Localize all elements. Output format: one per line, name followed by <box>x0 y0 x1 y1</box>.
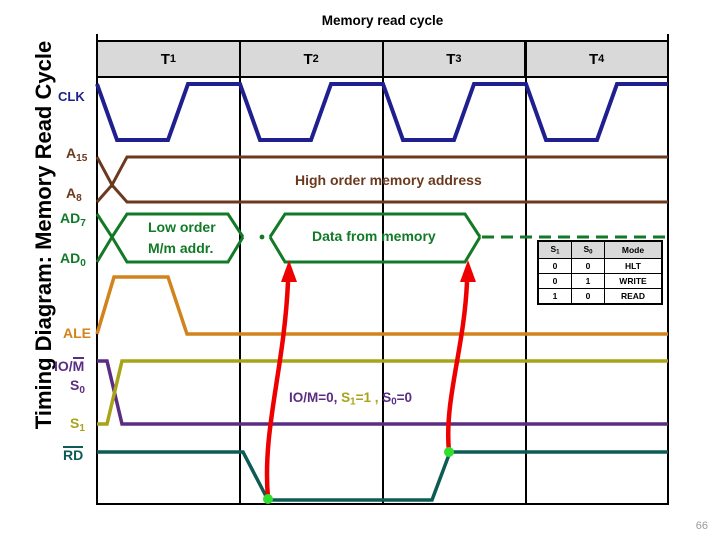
memory-read-cycle-label: Memory read cycle <box>96 8 669 34</box>
mode-table-header-s1: S1 <box>537 240 572 259</box>
timing-diagram-slide: Timing Diagram: Memory Read Cycle Memory… <box>0 0 720 540</box>
data-bus-text: Data from memory <box>312 228 436 244</box>
mode-row-2-mode: READ <box>604 287 663 304</box>
mode-row-1-s1: 0 <box>537 272 572 289</box>
status-annotation-part2: S1=1 , <box>341 390 379 408</box>
mode-table-header-row: S1 S0 Mode <box>537 240 663 259</box>
memory-read-cycle-text: Memory read cycle <box>315 13 450 28</box>
status-mode-table: S1 S0 Mode 0 0 HLT 0 1 WRITE 1 0 READ <box>537 240 663 305</box>
mode-row-1-mode: WRITE <box>604 272 663 289</box>
mode-row-2-s1: 1 <box>537 287 572 304</box>
start-dot-2 <box>444 447 454 457</box>
mode-row-0-s0: 0 <box>571 257 605 274</box>
high-address-bus-text: High order memory address <box>295 172 482 188</box>
status-annotation-part1: IO/M=0, <box>289 390 338 405</box>
start-dot-1 <box>263 494 273 504</box>
bus-gap-dot <box>259 234 265 240</box>
mode-table-header-s0: S0 <box>571 240 605 259</box>
low-address-bus-text-line1: Low order <box>148 219 216 235</box>
causality-arrow-read-start <box>263 260 297 504</box>
mode-row-1-s0: 1 <box>571 272 605 289</box>
table-row: 0 1 WRITE <box>537 272 663 289</box>
status-annotation-part3: S0=0 <box>382 390 413 408</box>
mode-row-0-s1: 0 <box>537 257 572 274</box>
table-row: 1 0 READ <box>537 287 663 304</box>
mode-row-2-s0: 0 <box>571 287 605 304</box>
mode-row-0-mode: HLT <box>604 257 663 274</box>
page-number: 66 <box>695 520 708 532</box>
status-annotation: IO/M=0, S1=1 , S0=0 <box>289 390 412 407</box>
low-address-bus-text-line2: M/m addr. <box>148 240 214 256</box>
causality-arrow-read-end <box>444 260 476 457</box>
memory-read-cycle-span: Memory read cycle <box>96 8 669 34</box>
table-row: 0 0 HLT <box>537 257 663 274</box>
mode-table-header-mode: Mode <box>604 240 663 259</box>
